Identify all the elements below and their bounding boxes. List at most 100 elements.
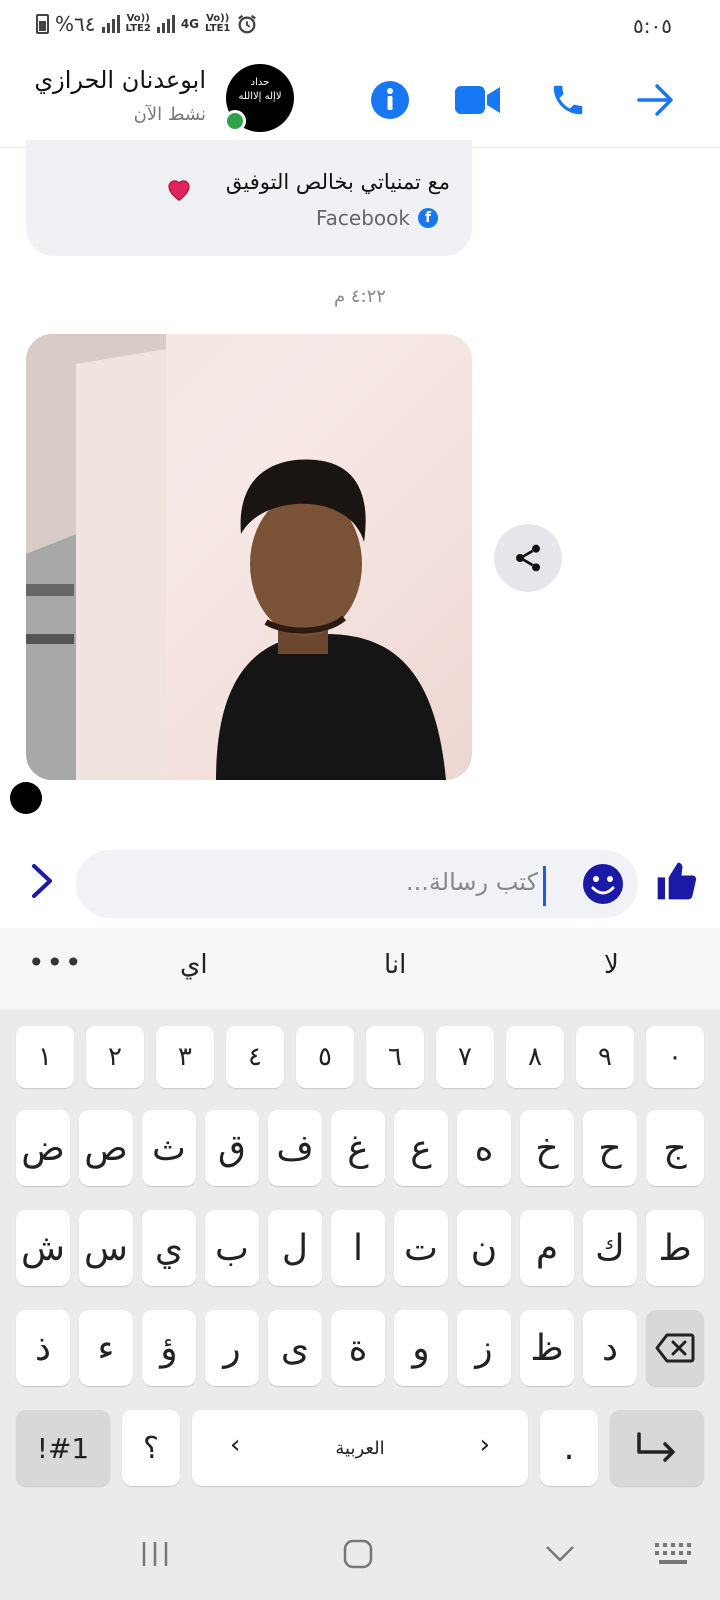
read-receipt-avatar bbox=[10, 782, 42, 814]
message-timestamp: ٤:٢٢ م bbox=[334, 286, 386, 307]
chevron-right-icon[interactable] bbox=[22, 858, 62, 904]
info-button[interactable] bbox=[362, 72, 418, 128]
key-hha[interactable]: ح bbox=[583, 1110, 637, 1186]
key-meem[interactable]: م bbox=[520, 1210, 574, 1286]
phone-call-icon bbox=[553, 85, 583, 115]
key-kaf[interactable]: ك bbox=[583, 1210, 637, 1286]
emoji-icon[interactable] bbox=[582, 863, 624, 905]
key-tha[interactable]: ث bbox=[142, 1110, 196, 1186]
like-icon[interactable] bbox=[654, 858, 698, 904]
key-ain[interactable]: ع bbox=[394, 1110, 448, 1186]
clock: ٥:٠٥ bbox=[633, 14, 672, 38]
suggestion-1[interactable]: لا bbox=[604, 950, 619, 980]
message-text: مع تمنياتي بخالص التوفيق bbox=[225, 170, 450, 194]
recents-icon[interactable] bbox=[140, 1540, 170, 1568]
message-placeholder: كتب رسالة... bbox=[406, 868, 538, 896]
network-label-2: 4G bbox=[180, 17, 200, 31]
contact-name[interactable]: ابوعدنان الحرازي bbox=[34, 66, 206, 94]
key-ta-marbuta[interactable]: ة bbox=[331, 1310, 385, 1386]
network-label-1: Vo)) LTE2 bbox=[125, 13, 151, 34]
symbols-key[interactable]: !#1 bbox=[16, 1410, 110, 1486]
photo-message[interactable] bbox=[26, 334, 472, 780]
chat-header: ابوعدنان الحرازي نشط الآن حداد لاإله إلا… bbox=[0, 52, 720, 148]
chevron-left-icon: ‹ bbox=[230, 1430, 241, 1460]
key-noon[interactable]: ن bbox=[457, 1210, 511, 1286]
period-key[interactable]: . bbox=[540, 1410, 598, 1486]
key-dal[interactable]: د bbox=[583, 1310, 637, 1386]
key-ba[interactable]: ب bbox=[205, 1210, 259, 1286]
signal-icon bbox=[156, 15, 175, 33]
photo-image bbox=[26, 334, 446, 780]
system-nav-bar bbox=[0, 1500, 720, 1600]
key-2[interactable]: ٢ bbox=[86, 1026, 144, 1088]
status-icons: %٦٤ Vo)) LTE2 4G Vo)) LTE1 bbox=[36, 12, 258, 36]
source-row: Facebook f bbox=[316, 206, 438, 230]
key-sad[interactable]: ص bbox=[79, 1110, 133, 1186]
alarm-icon bbox=[238, 14, 257, 34]
key-lam[interactable]: ل bbox=[268, 1210, 322, 1286]
key-seen[interactable]: س bbox=[79, 1210, 133, 1286]
share-icon bbox=[516, 544, 540, 572]
key-sheen[interactable]: ش bbox=[16, 1210, 70, 1286]
key-thal[interactable]: ذ bbox=[16, 1310, 70, 1386]
enter-key[interactable] bbox=[610, 1410, 704, 1486]
key-ha[interactable]: ه bbox=[457, 1110, 511, 1186]
home-icon[interactable] bbox=[342, 1538, 374, 1570]
space-key[interactable]: ‹ العربية › bbox=[192, 1410, 528, 1486]
forward-button[interactable] bbox=[628, 72, 684, 128]
phone-call-button[interactable] bbox=[540, 72, 596, 128]
battery-level: %٦٤ bbox=[55, 12, 96, 36]
online-indicator bbox=[224, 110, 246, 132]
key-hamza[interactable]: ء bbox=[79, 1310, 133, 1386]
source-label: Facebook bbox=[316, 206, 410, 230]
message-composer: كتب رسالة... bbox=[0, 836, 720, 928]
forward-arrow-icon bbox=[637, 84, 673, 116]
info-icon bbox=[371, 81, 409, 119]
key-kha[interactable]: خ bbox=[520, 1110, 574, 1186]
key-7[interactable]: ٧ bbox=[436, 1026, 494, 1088]
key-zay[interactable]: ز bbox=[457, 1310, 511, 1386]
avatar-text: حداد لاإله إلاالله bbox=[238, 77, 282, 102]
key-waw[interactable]: و bbox=[394, 1310, 448, 1386]
question-key[interactable]: ؟ bbox=[122, 1410, 180, 1486]
key-3[interactable]: ٣ bbox=[156, 1026, 214, 1088]
key-ghain[interactable]: غ bbox=[331, 1110, 385, 1186]
key-waw-hamza[interactable]: ؤ bbox=[142, 1310, 196, 1386]
backspace-icon bbox=[655, 1333, 695, 1363]
suggestion-3[interactable]: اي bbox=[180, 950, 208, 980]
key-8[interactable]: ٨ bbox=[506, 1026, 564, 1088]
key-9[interactable]: ٩ bbox=[576, 1026, 634, 1088]
message-input[interactable]: كتب رسالة... bbox=[76, 850, 638, 918]
backspace-key[interactable] bbox=[646, 1310, 704, 1386]
space-language-label: العربية bbox=[335, 1437, 385, 1459]
key-qaf[interactable]: ق bbox=[205, 1110, 259, 1186]
key-dha[interactable]: ظ bbox=[520, 1310, 574, 1386]
key-5[interactable]: ٥ bbox=[296, 1026, 354, 1088]
key-jeem[interactable]: ج bbox=[646, 1110, 704, 1186]
suggestion-2[interactable]: انا bbox=[384, 950, 406, 980]
keyboard-switch-icon[interactable] bbox=[654, 1542, 692, 1566]
video-call-button[interactable] bbox=[450, 72, 506, 128]
text-caret bbox=[543, 866, 546, 906]
signal-icon bbox=[101, 15, 120, 33]
message-bubble[interactable]: مع تمنياتي بخالص التوفيق Facebook f bbox=[26, 140, 472, 256]
key-6[interactable]: ٦ bbox=[366, 1026, 424, 1088]
key-ra[interactable]: ر bbox=[205, 1310, 259, 1386]
more-suggestions-icon[interactable]: ••• bbox=[28, 946, 84, 979]
key-dad[interactable]: ض bbox=[16, 1110, 70, 1186]
key-1[interactable]: ١ bbox=[16, 1026, 74, 1088]
key-tta[interactable]: ط bbox=[646, 1210, 704, 1286]
battery-icon bbox=[36, 14, 49, 34]
chevron-right-icon: › bbox=[479, 1430, 490, 1460]
back-icon[interactable] bbox=[544, 1544, 576, 1564]
key-fa[interactable]: ف bbox=[268, 1110, 322, 1186]
key-ya[interactable]: ي bbox=[142, 1210, 196, 1286]
status-bar: %٦٤ Vo)) LTE2 4G Vo)) LTE1 ٥:٠٥ bbox=[0, 0, 720, 52]
key-0[interactable]: ٠ bbox=[646, 1026, 704, 1088]
key-ta[interactable]: ت bbox=[394, 1210, 448, 1286]
video-call-icon bbox=[455, 86, 500, 114]
key-alef-maqsura[interactable]: ى bbox=[268, 1310, 322, 1386]
key-4[interactable]: ٤ bbox=[226, 1026, 284, 1088]
share-button[interactable] bbox=[494, 524, 562, 592]
key-alef[interactable]: ا bbox=[331, 1210, 385, 1286]
